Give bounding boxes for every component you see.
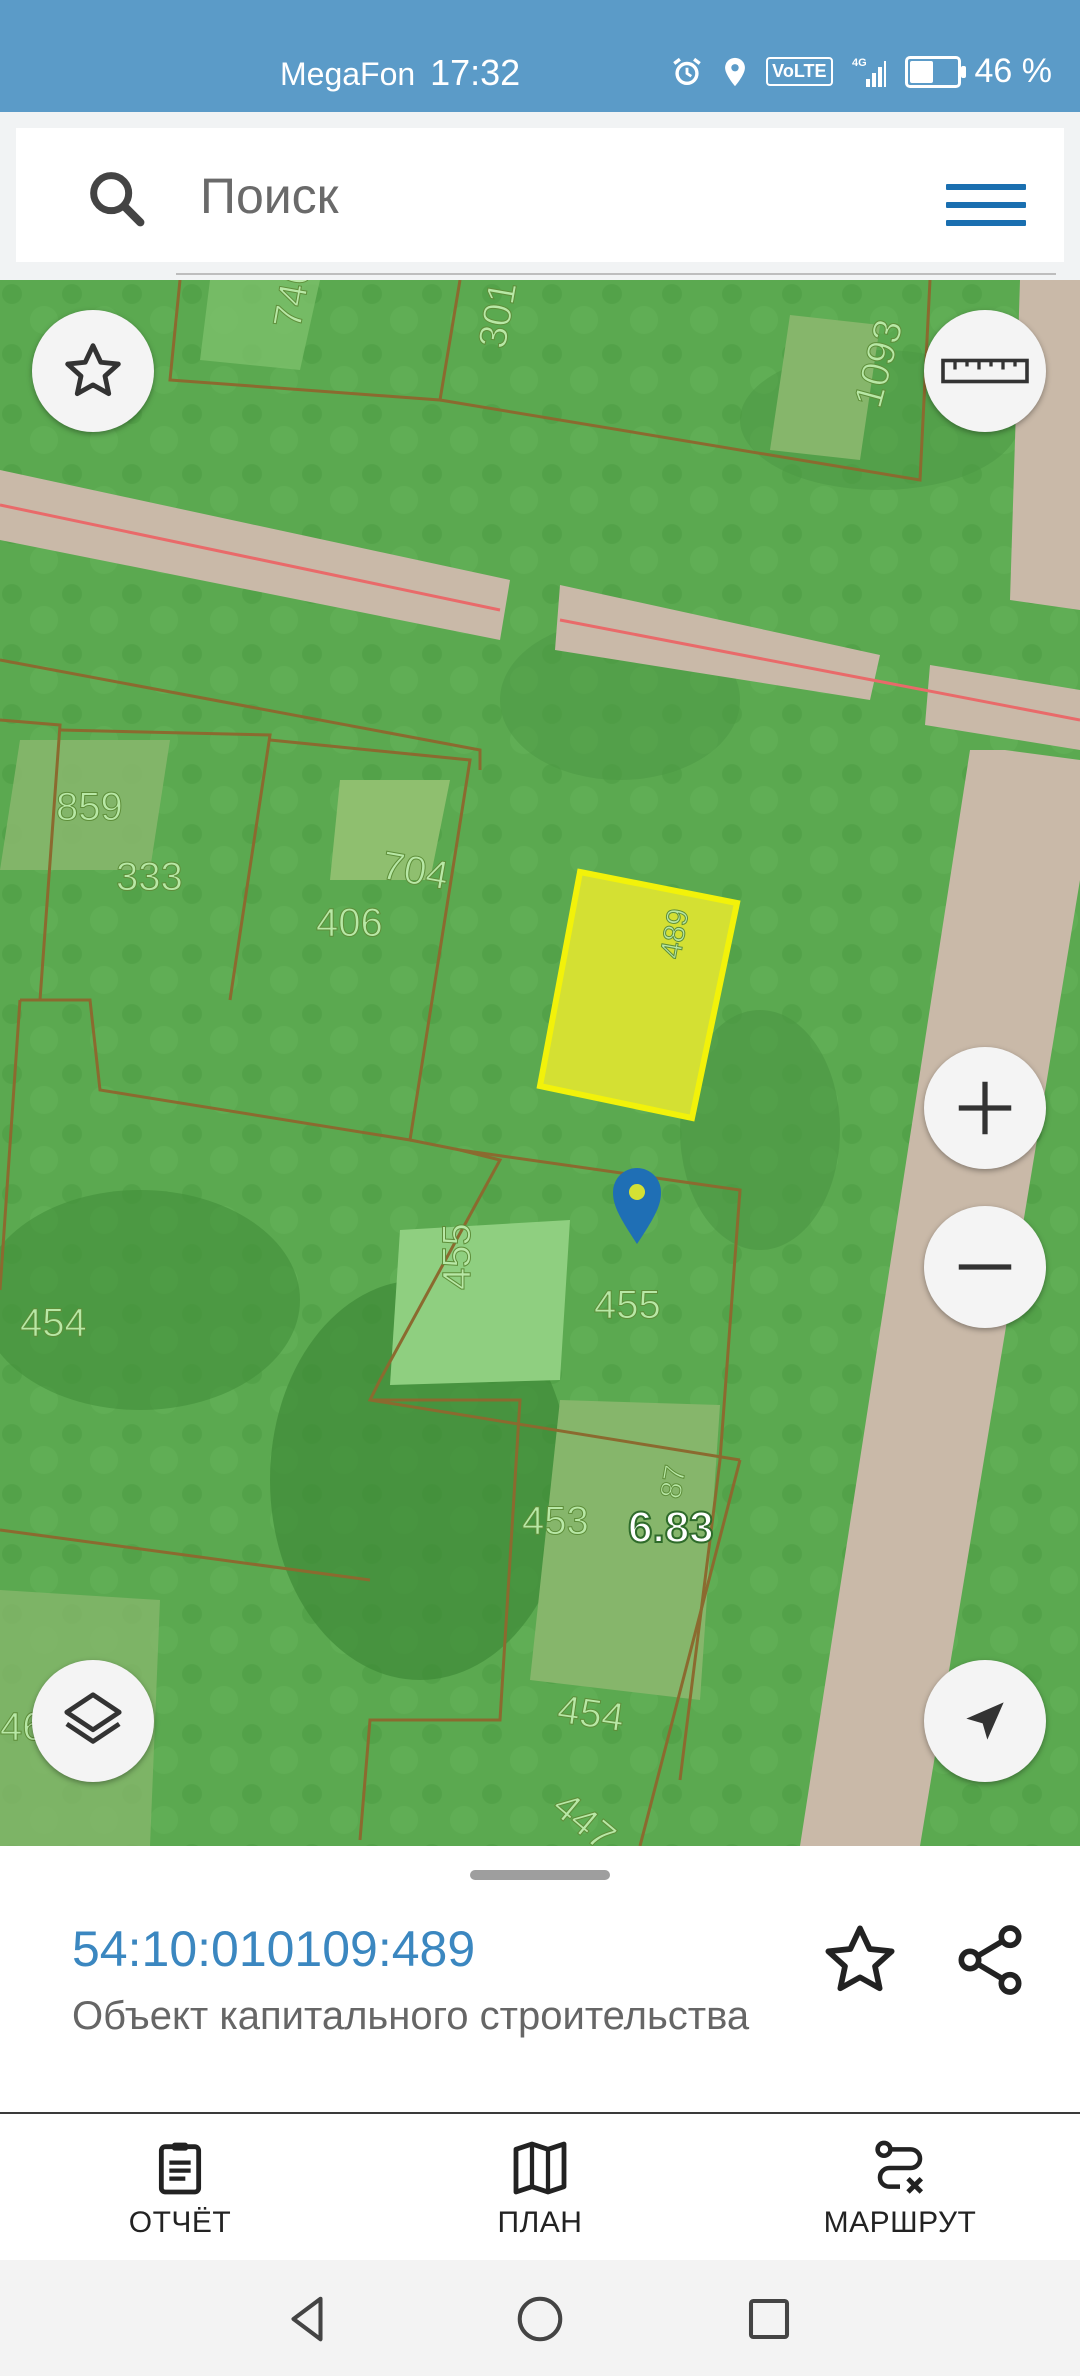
nav-route[interactable]: МАРШРУТ xyxy=(720,2114,1080,2262)
clipboard-icon xyxy=(158,2142,202,2195)
search-card xyxy=(16,128,1064,275)
plus-icon xyxy=(958,1081,1012,1135)
object-type: Объект капитального строительства xyxy=(72,1994,750,2038)
parcel-label: 453 xyxy=(522,1499,589,1543)
nav-report[interactable]: ОТЧЁТ xyxy=(0,2114,360,2262)
parcel-label: 454 xyxy=(20,1301,87,1345)
layers-button[interactable] xyxy=(32,1660,154,1782)
parcel-label: 406 xyxy=(316,901,383,945)
parcel-label: 87 xyxy=(654,1463,692,1502)
status-bar: MegaFon 17:32 VoLTE 4G 46 % xyxy=(0,0,1080,112)
carrier-time: MegaFon 17:32 xyxy=(280,52,520,94)
layers-icon xyxy=(64,1692,122,1744)
zoom-out-button[interactable] xyxy=(924,1206,1046,1328)
back-icon[interactable] xyxy=(280,2292,334,2346)
home-icon[interactable] xyxy=(513,2292,567,2346)
navigation-arrow-icon xyxy=(966,1702,1004,1740)
search-underline xyxy=(176,273,1056,275)
map-canvas[interactable]: 740 301 1093 859 333 704 406 489 455 455… xyxy=(0,280,1080,1846)
cadastral-number[interactable]: 54:10:010109:489 xyxy=(72,1920,475,1978)
battery-percent: 46 % xyxy=(974,52,1053,90)
minus-icon xyxy=(958,1264,1012,1270)
ruler-button[interactable] xyxy=(924,310,1046,432)
clock: 17:32 xyxy=(430,52,521,93)
sheet-drag-handle[interactable] xyxy=(470,1870,610,1880)
ruler-icon xyxy=(941,358,1029,384)
parcel-label: 859 xyxy=(56,785,123,829)
parcel-label: 333 xyxy=(116,855,183,899)
route-icon xyxy=(875,2140,924,2194)
map-icon xyxy=(513,2141,567,2195)
nav-plan-label: ПЛАН xyxy=(497,2206,583,2239)
star-icon xyxy=(65,343,121,397)
recent-apps-icon[interactable] xyxy=(742,2292,796,2346)
status-icons: VoLTE 4G 46 % xyxy=(670,52,1052,91)
zoom-in-button[interactable] xyxy=(924,1047,1046,1169)
svg-text:4G: 4G xyxy=(852,57,867,69)
carrier-name: MegaFon xyxy=(280,56,416,92)
search-input[interactable] xyxy=(176,156,1056,236)
nav-plan[interactable]: ПЛАН xyxy=(360,2114,720,2262)
system-navigation-bar xyxy=(0,2260,1080,2376)
search-bar-area xyxy=(0,112,1080,280)
distance-label: 6.83 xyxy=(628,1503,714,1552)
share-icon[interactable] xyxy=(950,1920,1030,2000)
bottom-navigation: ОТЧЁТ ПЛАН МАРШРУТ xyxy=(0,2112,1080,2262)
menu-icon xyxy=(946,184,1026,190)
parcel-label: 455 xyxy=(435,1223,479,1290)
alarm-icon xyxy=(673,57,701,85)
volte-icon: VoLTE xyxy=(766,57,833,86)
parcel-label: 454 xyxy=(555,1687,627,1740)
map-view[interactable]: 740 301 1093 859 333 704 406 489 455 455… xyxy=(0,280,1080,1846)
nav-report-label: ОТЧЁТ xyxy=(128,2206,232,2239)
favorite-map-button[interactable] xyxy=(32,310,154,432)
favorite-star-icon[interactable] xyxy=(820,1920,900,2000)
location-icon xyxy=(725,57,746,86)
locate-me-button[interactable] xyxy=(924,1660,1046,1782)
search-icon[interactable] xyxy=(82,164,152,234)
signal-icon: 4G xyxy=(852,57,886,87)
parcel-label: 455 xyxy=(594,1283,661,1327)
nav-route-label: МАРШРУТ xyxy=(823,2206,977,2239)
object-info-sheet[interactable]: 54:10:010109:489 Объект капитального стр… xyxy=(0,1846,1080,2112)
battery-icon xyxy=(904,55,966,88)
menu-button[interactable] xyxy=(946,184,1026,244)
